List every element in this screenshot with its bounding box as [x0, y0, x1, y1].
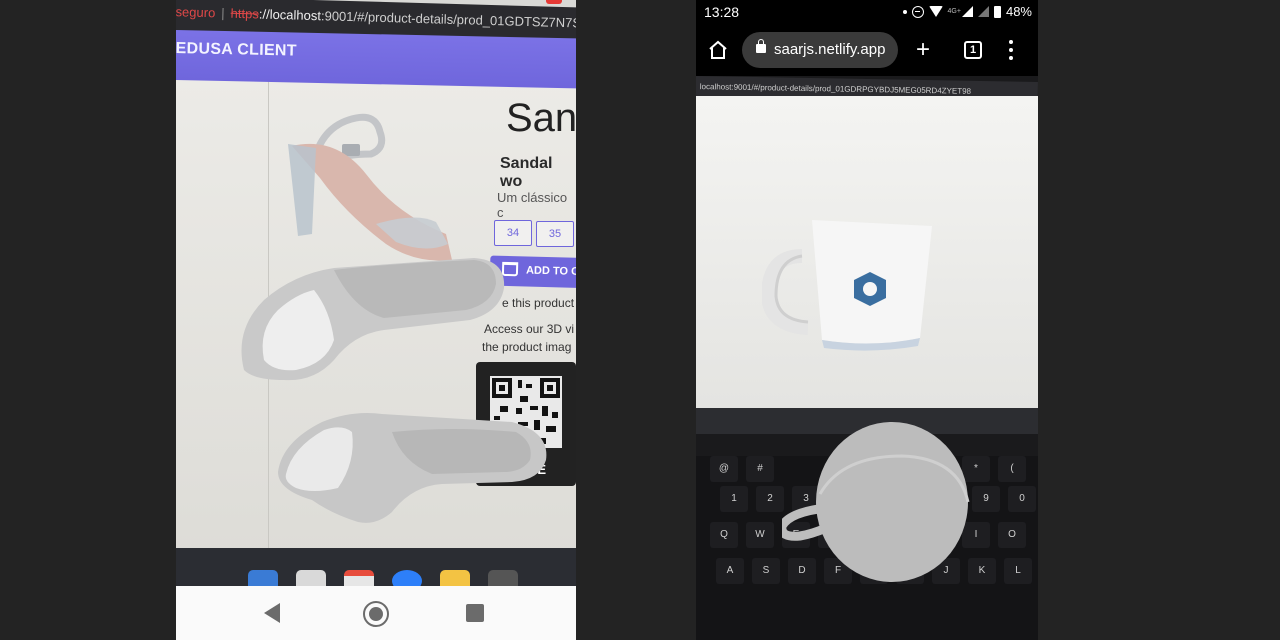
- add-to-cart-label: ADD TO C: [525, 264, 576, 278]
- safari-icon: [392, 570, 422, 586]
- ar-3d-sandal-upper[interactable]: [234, 250, 514, 390]
- address-text: saarjs.netlify.app: [774, 41, 886, 58]
- ar-camera-view[interactable]: seguro | https://localhost:9001/#/product-…: [176, 0, 576, 586]
- mug-product-photo: [762, 220, 932, 351]
- url-host: ://localhost: [258, 6, 322, 24]
- sandal-product-photo: [288, 113, 452, 261]
- key-2: 2: [756, 486, 784, 512]
- key-k: K: [968, 558, 996, 584]
- home-circle-icon[interactable]: [363, 601, 389, 627]
- new-tab-button[interactable]: +: [916, 38, 930, 62]
- settings-icon: [488, 570, 518, 586]
- screen: seguro | https://localhost:9001/#/product-…: [0, 0, 1280, 640]
- key-1: 1: [720, 486, 748, 512]
- recents-icon[interactable]: [466, 604, 484, 622]
- key-q: Q: [710, 522, 738, 548]
- store-header-title: EDUSA CLIENT: [176, 39, 297, 60]
- back-icon[interactable]: [264, 603, 280, 623]
- wifi-icon: [928, 6, 943, 17]
- launchpad-icon: [296, 570, 326, 586]
- key-9: 9: [972, 486, 1000, 512]
- url-path: :9001/#/product-details/prod_01GDTSZ7N7S…: [320, 8, 576, 32]
- browser-toolbar: saarjs.netlify.app + 1: [696, 26, 1038, 76]
- product-subtitle: Sandal wo: [500, 155, 553, 190]
- do-not-disturb-icon: [911, 5, 924, 18]
- calendar-icon: [344, 570, 374, 586]
- battery-icon: [993, 5, 1001, 18]
- signal-icon: [961, 6, 973, 17]
- address-bar[interactable]: saarjs.netlify.app: [742, 32, 898, 68]
- key-w: W: [746, 522, 774, 548]
- ar-3d-sandal-lower[interactable]: [272, 402, 556, 526]
- finder-icon: [248, 570, 278, 586]
- lock-icon: [756, 39, 766, 53]
- notification-dot-icon: [902, 9, 907, 14]
- home-icon[interactable]: [708, 40, 728, 60]
- key-hash: #: [746, 456, 774, 482]
- not-secure-label: seguro: [176, 4, 216, 21]
- key-s: S: [752, 558, 780, 584]
- youtube-tab-icon: [546, 0, 562, 4]
- signal-secondary-icon: [977, 6, 989, 17]
- android-nav-bar: [176, 586, 576, 640]
- size-option-35[interactable]: 35: [536, 221, 574, 247]
- key-o: O: [998, 522, 1026, 548]
- product-title: Sand: [506, 96, 576, 140]
- status-bar: 13:28 4G+ 48%: [696, 0, 1038, 26]
- right-phone-screenshot: 13:28 4G+ 48% saarjs.netlify.app + 1 loc…: [696, 0, 1038, 640]
- network-type: 4G+: [947, 8, 961, 15]
- url-scheme: https: [230, 5, 260, 22]
- key-paren: (: [998, 456, 1026, 482]
- product-description: Um clássico c: [497, 190, 568, 220]
- status-icons: 4G+ 48%: [902, 4, 1032, 19]
- left-phone-screenshot: seguro | https://localhost:9001/#/product-…: [176, 0, 576, 640]
- notes-icon: [440, 570, 470, 586]
- more-menu-icon[interactable]: [1008, 40, 1014, 62]
- key-l: L: [1004, 558, 1032, 584]
- key-at: @: [710, 456, 738, 482]
- store-header-bar: EDUSA CLIENT: [176, 30, 576, 89]
- battery-level: 48%: [1005, 4, 1032, 19]
- size-option-34[interactable]: 34: [494, 220, 532, 246]
- ar-3d-mug[interactable]: [782, 416, 972, 586]
- ar-camera-view-right[interactable]: localhost:9001/#/product-details/prod_01…: [696, 76, 1038, 640]
- key-0: 0: [1008, 486, 1036, 512]
- key-a: A: [716, 558, 744, 584]
- status-time: 13:28: [704, 4, 740, 20]
- tab-switcher-button[interactable]: 1: [964, 41, 982, 59]
